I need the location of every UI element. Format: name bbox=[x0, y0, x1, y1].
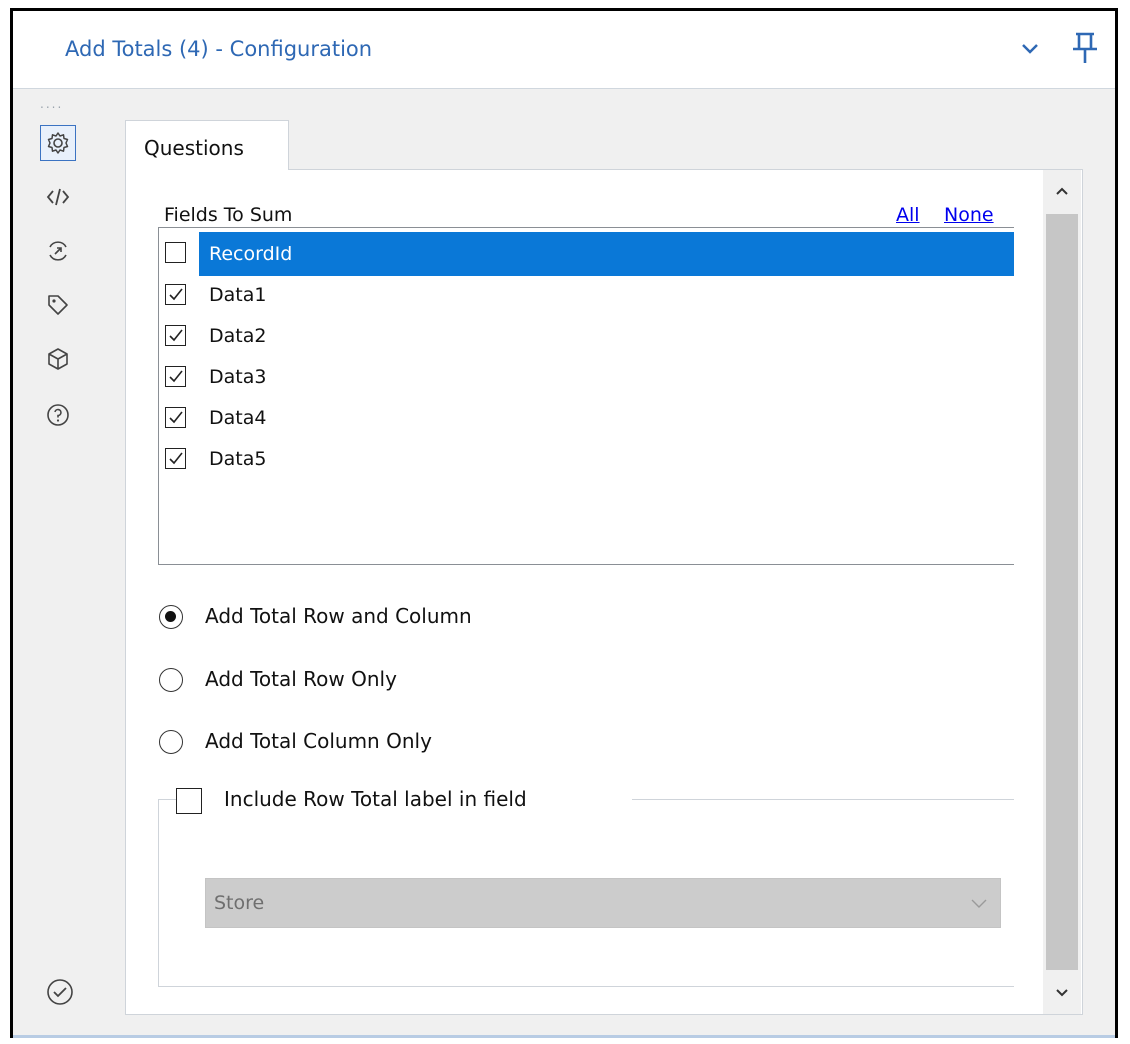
selected-row-highlight: RecordId bbox=[199, 232, 1014, 276]
list-item-data3[interactable]: Data3 bbox=[165, 356, 1014, 396]
list-item-label: RecordId bbox=[209, 243, 293, 265]
data2-checkbox[interactable] bbox=[165, 325, 186, 346]
radio-label: Add Total Column Only bbox=[205, 729, 432, 753]
radio-total-column-only[interactable]: Add Total Column Only bbox=[159, 727, 759, 757]
help-icon[interactable] bbox=[40, 397, 76, 433]
list-item-label: Data5 bbox=[209, 448, 267, 470]
window-title: Add Totals (4) - Configuration bbox=[65, 37, 373, 61]
tab-questions[interactable]: Questions bbox=[125, 120, 289, 170]
scrollbar-thumb[interactable] bbox=[1046, 214, 1078, 970]
chevron-down-icon bbox=[971, 899, 987, 908]
radio-button[interactable] bbox=[159, 668, 183, 692]
fields-listbox[interactable]: RecordId Data1 Data2 Data3 Data4 Data5 bbox=[158, 227, 1014, 565]
drag-grip[interactable]: .... bbox=[40, 97, 63, 111]
pin-icon[interactable] bbox=[1070, 31, 1100, 65]
radio-label: Add Total Row and Column bbox=[205, 604, 472, 628]
radio-button[interactable] bbox=[159, 605, 183, 629]
questions-panel: Fields To Sum All None RecordId Data1 Da… bbox=[125, 169, 1083, 1015]
recordid-checkbox[interactable] bbox=[165, 242, 186, 263]
list-item-recordid[interactable]: RecordId bbox=[165, 232, 1014, 276]
include-row-total-checkbox[interactable] bbox=[176, 788, 202, 814]
data3-checkbox[interactable] bbox=[165, 366, 186, 387]
list-item-label: Data3 bbox=[209, 366, 267, 388]
gear-icon[interactable] bbox=[40, 125, 76, 161]
chevron-up-icon bbox=[1056, 187, 1068, 195]
chevron-down-icon[interactable] bbox=[1016, 35, 1044, 63]
code-icon[interactable] bbox=[40, 179, 76, 215]
fields-to-sum-label: Fields To Sum bbox=[164, 204, 293, 226]
list-item-label: Data4 bbox=[209, 407, 267, 429]
check-circle-icon[interactable] bbox=[43, 975, 77, 1009]
radio-button[interactable] bbox=[159, 730, 183, 754]
vertical-scrollbar[interactable] bbox=[1043, 170, 1081, 1014]
select-all-link[interactable]: All bbox=[896, 204, 920, 226]
include-row-total-label: Include Row Total label in field bbox=[224, 787, 527, 811]
data4-checkbox[interactable] bbox=[165, 407, 186, 428]
data5-checkbox[interactable] bbox=[165, 448, 186, 469]
list-item-label: Data1 bbox=[209, 284, 267, 306]
radio-total-row-and-column[interactable]: Add Total Row and Column bbox=[159, 602, 759, 632]
tab-questions-label: Questions bbox=[144, 136, 244, 160]
scroll-down-button[interactable] bbox=[1043, 972, 1081, 1014]
list-item-data5[interactable]: Data5 bbox=[165, 438, 1014, 478]
select-none-link[interactable]: None bbox=[944, 204, 994, 226]
radio-total-row-only[interactable]: Add Total Row Only bbox=[159, 665, 759, 695]
select-value: Store bbox=[214, 892, 265, 914]
chevron-down-icon bbox=[1056, 989, 1068, 997]
bottom-border-bar bbox=[13, 1035, 1115, 1038]
row-total-field-select[interactable]: Store bbox=[205, 878, 1001, 928]
list-item-label: Data2 bbox=[209, 325, 267, 347]
cube-icon[interactable] bbox=[40, 341, 76, 377]
list-item-data1[interactable]: Data1 bbox=[165, 274, 1014, 314]
window-header: Add Totals (4) - Configuration bbox=[13, 11, 1115, 89]
list-item-data4[interactable]: Data4 bbox=[165, 397, 1014, 437]
convert-icon[interactable] bbox=[40, 233, 76, 269]
configuration-window: Add Totals (4) - Configuration .... Ques… bbox=[10, 8, 1118, 1038]
scroll-up-button[interactable] bbox=[1043, 170, 1081, 212]
row-total-legend[interactable]: Include Row Total label in field bbox=[176, 781, 632, 817]
data1-checkbox[interactable] bbox=[165, 284, 186, 305]
tag-icon[interactable] bbox=[40, 287, 76, 323]
radio-label: Add Total Row Only bbox=[205, 667, 397, 691]
list-item-data2[interactable]: Data2 bbox=[165, 315, 1014, 355]
